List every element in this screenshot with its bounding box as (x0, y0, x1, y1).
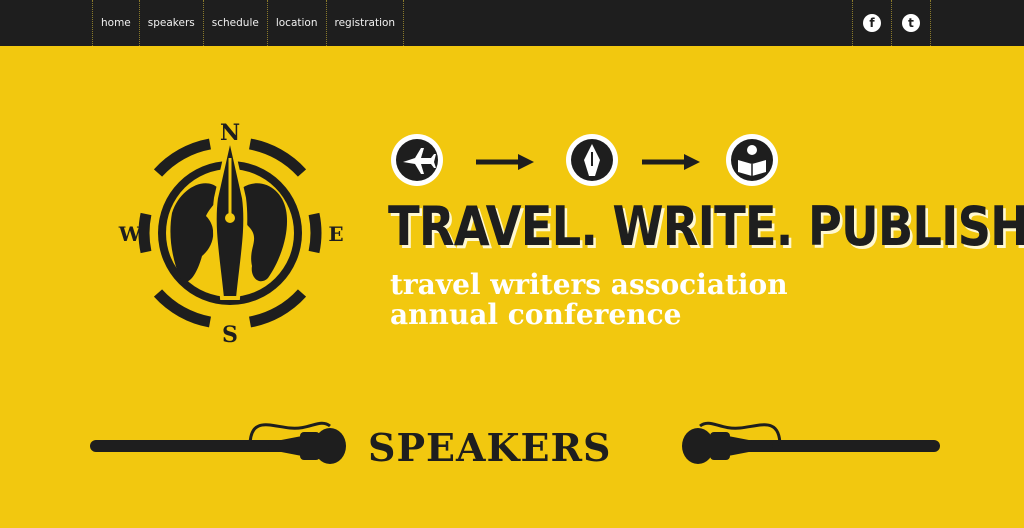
compass-ring-arc (138, 212, 152, 254)
arrow-right-icon (476, 154, 534, 170)
airplane-icon (391, 134, 443, 186)
nav-registration-link[interactable]: registration (325, 0, 405, 46)
nav-home-link[interactable]: home (92, 0, 139, 46)
social-links: f t (852, 0, 931, 46)
process-icons-row (391, 134, 778, 186)
facebook-button[interactable]: f (852, 0, 891, 46)
compass-globe-logo: N S W E (118, 120, 344, 348)
microphone-icon (682, 421, 940, 464)
compass-letter-n: N (220, 120, 240, 146)
nib-hole (225, 213, 235, 223)
nav-speakers-link[interactable]: speakers (138, 0, 203, 46)
reader-icon (726, 134, 778, 186)
compass-letter-s: S (222, 322, 238, 348)
hero-subtitle-line-1: travel writers association (390, 268, 788, 301)
main-nav: home speakers schedule location registra… (92, 0, 405, 46)
twitter-button[interactable]: t (891, 0, 931, 46)
top-navigation-bar: home speakers schedule location registra… (0, 0, 1024, 46)
compass-letter-e: E (328, 222, 343, 246)
arrow-right-icon (642, 154, 700, 170)
speakers-section-title: SPEAKERS (368, 425, 612, 470)
compass-ring-arc (308, 212, 322, 254)
facebook-icon: f (863, 14, 881, 32)
nav-location-link[interactable]: location (266, 0, 326, 46)
hero-headline: TRAVEL. WRITE. PUBLISH. (388, 195, 1024, 258)
hero-subtitle-line-2: annual conference (390, 298, 682, 331)
compass-letter-w: W (118, 222, 142, 246)
nav-schedule-link[interactable]: schedule (202, 0, 267, 46)
pen-nib-icon (566, 134, 618, 186)
twitter-icon: t (902, 14, 920, 32)
microphone-icon (90, 421, 346, 464)
